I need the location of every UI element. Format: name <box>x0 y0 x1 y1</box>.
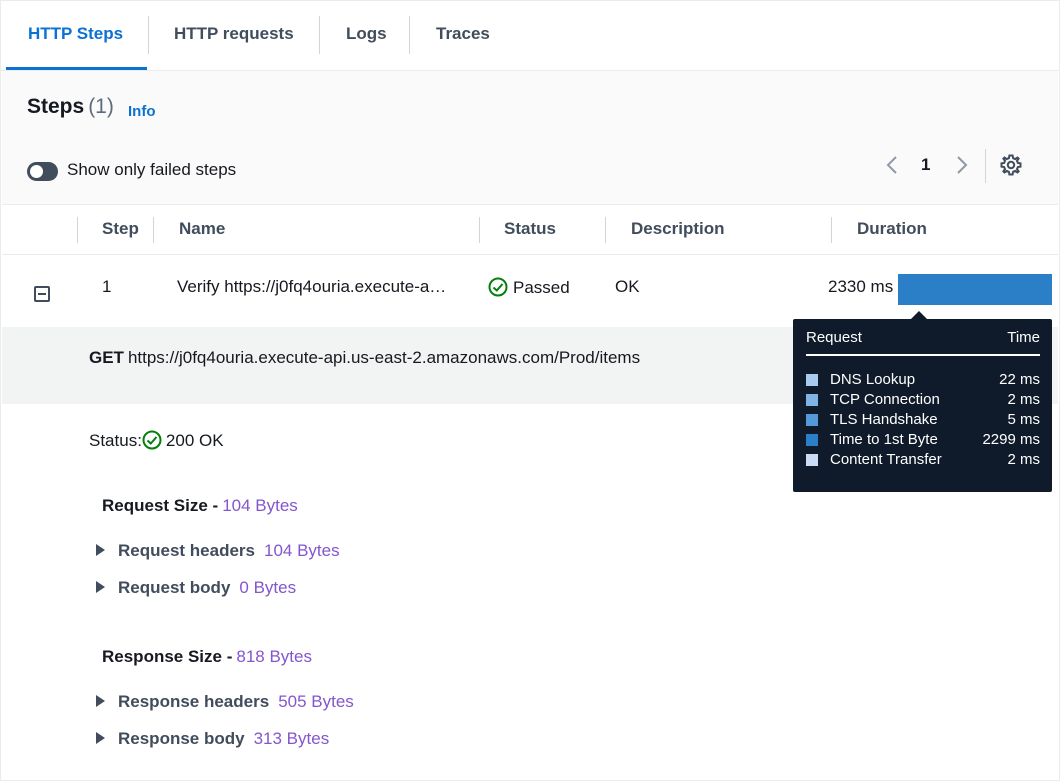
tooltip-row-tcp: TCP Connection 2 ms <box>806 391 1040 411</box>
legend-swatch <box>806 414 818 426</box>
tooltip-row-label: Time to 1st Byte <box>830 431 938 448</box>
response-headers-expander[interactable]: Response headers 505 Bytes <box>96 692 354 712</box>
column-header-name[interactable]: Name <box>179 206 225 254</box>
column-divider <box>77 217 78 243</box>
timing-tooltip: Request Time DNS Lookup 22 ms TCP Connec… <box>793 311 1052 492</box>
url-value: https://j0fq4ouria.execute-api.us-east-2… <box>127 348 641 367</box>
tooltip-row-time: 2299 ms <box>982 431 1040 448</box>
legend-swatch <box>806 454 818 466</box>
tab-logs[interactable]: Logs <box>320 0 413 70</box>
tooltip-header: Request Time <box>806 329 1040 356</box>
tooltip-row-tls: TLS Handshake 5 ms <box>806 411 1040 431</box>
tooltip-row-label: DNS Lookup <box>830 371 916 388</box>
tooltip-col-request: Request <box>806 329 862 346</box>
row-status: Passed <box>488 277 570 298</box>
page-number[interactable]: 1 <box>921 155 930 175</box>
request-headers-size: 104 Bytes <box>264 541 340 560</box>
response-body-expander[interactable]: Response body 313 Bytes <box>96 729 329 749</box>
request-body-expander[interactable]: Request body 0 Bytes <box>96 578 296 598</box>
column-divider <box>831 217 832 243</box>
http-method: GET <box>89 348 124 367</box>
status-value: 200 OK <box>165 431 224 450</box>
tooltip-row-time: 2 ms <box>1007 451 1040 468</box>
status-text: Passed <box>513 278 570 297</box>
caret-right-icon <box>96 544 105 556</box>
request-body-size: 0 Bytes <box>239 578 297 597</box>
legend-swatch <box>806 434 818 446</box>
failed-steps-toggle[interactable] <box>27 162 58 181</box>
request-url: GET https://j0fq4ouria.execute-api.us-eas… <box>89 348 640 368</box>
duration-bar[interactable] <box>898 274 1052 305</box>
request-size-heading: Request Size -104 Bytes <box>102 496 298 516</box>
column-header-duration[interactable]: Duration <box>857 206 927 254</box>
request-size-label: Request Size - <box>102 496 219 515</box>
check-circle-icon <box>142 430 162 450</box>
tooltip-row-label: TCP Connection <box>830 391 940 408</box>
legend-swatch <box>806 374 818 386</box>
collapse-icon[interactable] <box>34 286 50 302</box>
gear-icon[interactable] <box>999 153 1023 177</box>
response-body-size: 313 Bytes <box>253 729 330 748</box>
tab-bar: HTTP Steps HTTP requests Logs Traces <box>0 0 1060 71</box>
chevron-left-icon[interactable] <box>882 153 902 177</box>
steps-header: Steps (1) Info Show only failed steps 1 <box>2 71 1058 205</box>
tab-traces[interactable]: Traces <box>410 0 516 70</box>
caret-right-icon <box>96 732 105 744</box>
tooltip-row-label: Content Transfer <box>830 451 942 468</box>
caret-right-icon <box>96 581 105 593</box>
column-divider <box>605 217 606 243</box>
tooltip-row-transfer: Content Transfer 2 ms <box>806 451 1040 471</box>
toggle-label: Show only failed steps <box>67 160 237 179</box>
response-size-value: 818 Bytes <box>236 647 312 666</box>
toggle-knob <box>30 165 43 178</box>
table-header: Step Name Status Description Duration <box>2 206 1058 255</box>
column-divider <box>153 217 154 243</box>
column-header-status[interactable]: Status <box>504 206 556 254</box>
response-headers-label: Response headers <box>118 692 270 711</box>
legend-swatch <box>806 394 818 406</box>
row-description: OK <box>615 277 640 296</box>
tooltip-col-time: Time <box>1007 329 1040 346</box>
row-name: Verify https://j0fq4ouria.execute-a… <box>177 277 447 296</box>
tooltip-arrow <box>910 311 928 320</box>
check-circle-icon <box>488 277 508 297</box>
pagination-divider <box>985 149 986 183</box>
row-step: 1 <box>102 277 112 296</box>
response-headers-size: 505 Bytes <box>278 692 354 711</box>
response-body-label: Response body <box>118 729 245 748</box>
response-size-label: Response Size - <box>102 647 233 666</box>
table-row[interactable]: 1 Verify https://j0fq4ouria.execute-a… P… <box>2 255 1058 327</box>
tooltip-row-ttfb: Time to 1st Byte 2299 ms <box>806 431 1040 451</box>
tooltip-row-dns: DNS Lookup 22 ms <box>806 371 1040 391</box>
request-size-value: 104 Bytes <box>222 496 298 515</box>
column-divider <box>479 217 480 243</box>
info-link[interactable]: Info <box>128 103 156 120</box>
chevron-right-icon[interactable] <box>952 153 972 177</box>
tooltip-row-time: 5 ms <box>1007 411 1040 428</box>
tab-http-steps[interactable]: HTTP Steps <box>2 0 147 70</box>
steps-count: (1) <box>88 95 114 118</box>
request-body-label: Request body <box>118 578 231 597</box>
request-headers-expander[interactable]: Request headers 104 Bytes <box>96 541 340 561</box>
response-size-heading: Response Size -818 Bytes <box>102 647 312 667</box>
row-duration: 2330 ms <box>828 277 894 296</box>
tooltip-row-time: 2 ms <box>1007 391 1040 408</box>
steps-title-text: Steps <box>27 95 85 118</box>
tooltip-row-label: TLS Handshake <box>830 411 938 428</box>
column-header-step[interactable]: Step <box>102 206 139 254</box>
status-label: Status: <box>89 431 142 450</box>
request-headers-label: Request headers <box>118 541 255 560</box>
column-header-description[interactable]: Description <box>631 206 725 254</box>
response-status: Status: 200 OK <box>89 430 224 451</box>
caret-right-icon <box>96 695 105 707</box>
tooltip-row-time: 22 ms <box>999 371 1040 388</box>
tab-http-requests[interactable]: HTTP requests <box>148 0 320 70</box>
page-title: Steps (1) <box>27 95 114 119</box>
